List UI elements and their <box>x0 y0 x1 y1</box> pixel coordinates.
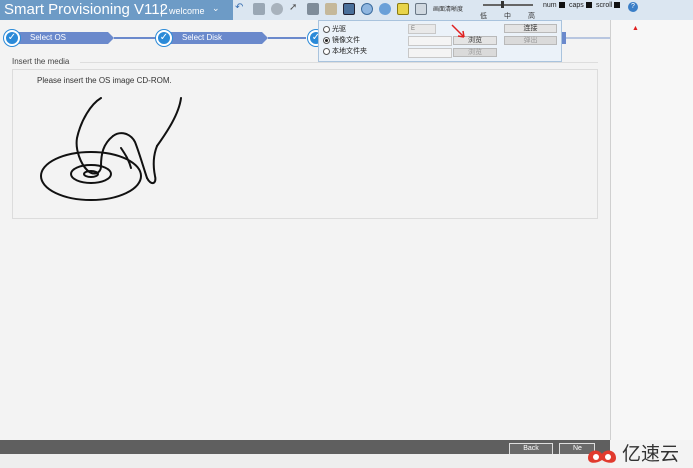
caps-lock-label: caps <box>569 2 584 9</box>
annotation-arrow-icon <box>451 24 465 38</box>
title-separator: | <box>160 5 163 17</box>
image-path-input[interactable] <box>408 36 452 46</box>
radio-local-folder[interactable] <box>323 47 330 55</box>
browse-folder-button[interactable]: 浏览 <box>453 48 497 57</box>
step-connector <box>268 37 306 39</box>
remote-toolbar: ↶ ➚ 画面清晰度 低 中 高 num caps scroll ? <box>233 0 693 20</box>
num-lock-light <box>558 2 565 9</box>
floppy-icon[interactable] <box>343 3 355 15</box>
media-panel: Please insert the OS image CD-ROM. <box>12 69 598 219</box>
option-image-file[interactable]: 镜像文件 <box>323 36 360 46</box>
caret-up-icon: ▲ <box>632 25 639 32</box>
app-title: Smart Provisioning V112 <box>4 1 168 18</box>
help-icon[interactable]: ? <box>628 2 638 12</box>
num-lock-label: num <box>543 2 557 9</box>
scroll-lock-light <box>614 2 621 9</box>
keyboard-icon[interactable] <box>253 3 265 15</box>
option-label: 镜像文件 <box>332 37 360 44</box>
caps-lock-light <box>585 2 592 9</box>
instruction-text: Please insert the OS image CD-ROM. <box>37 76 172 85</box>
cdrom-icon[interactable] <box>361 3 373 15</box>
section-divider <box>80 62 598 63</box>
step-select-os: Select OS ✓ <box>4 29 158 47</box>
step-label: Select Disk <box>162 32 262 44</box>
main-content: Insert the media Please insert the OS im… <box>0 47 610 440</box>
option-label: 本地文件夹 <box>332 48 367 55</box>
quality-slider-knob[interactable] <box>501 1 504 8</box>
check-icon: ✓ <box>4 30 20 46</box>
status-strip <box>0 454 610 468</box>
scroll-lock-label: scroll <box>596 2 613 9</box>
mouse-icon[interactable] <box>271 3 283 15</box>
title-bar: Smart Provisioning V112 | welcome ⌄ ↶ ➚ … <box>0 0 693 20</box>
pointer-icon[interactable]: ➚ <box>289 3 301 15</box>
option-optical-drive[interactable]: 光驱 <box>323 25 346 35</box>
chevron-down-icon[interactable]: ⌄ <box>212 3 220 14</box>
step-label: Select OS <box>10 32 108 44</box>
image-icon[interactable] <box>379 3 391 15</box>
option-label: 光驱 <box>332 26 346 33</box>
eject-button[interactable]: 弹出 <box>504 36 557 45</box>
link-icon[interactable] <box>325 3 337 15</box>
check-icon: ✓ <box>156 30 172 46</box>
radio-image-file[interactable] <box>323 36 330 44</box>
step-connector <box>114 37 158 39</box>
caps-lock-indicator: caps <box>569 2 592 9</box>
drive-select[interactable]: E <box>408 24 436 34</box>
power-icon[interactable] <box>397 3 409 15</box>
watermark-text: 亿速云 <box>622 443 680 465</box>
num-lock-indicator: num <box>543 2 565 9</box>
right-side-panel <box>610 20 693 440</box>
connect-button[interactable]: 连接 <box>504 24 557 33</box>
virtual-media-popup: 光驱 镜像文件 本地文件夹 E 浏览 浏览 连接 弹出 <box>318 20 562 62</box>
resolution-label: 画面清晰度 <box>433 7 464 13</box>
folder-path-input[interactable] <box>408 48 452 58</box>
record-icon[interactable] <box>307 3 319 15</box>
insert-disc-illustration <box>40 97 182 201</box>
radio-optical-drive[interactable] <box>323 25 330 33</box>
section-title: Insert the media <box>12 57 70 66</box>
quality-slider[interactable] <box>483 4 533 6</box>
drive-select-value: E <box>411 26 416 32</box>
option-local-folder[interactable]: 本地文件夹 <box>323 47 367 57</box>
display-icon[interactable] <box>415 3 427 15</box>
scroll-lock-indicator: scroll <box>596 2 621 9</box>
step-select-disk: Select Disk ✓ <box>156 29 306 47</box>
step-connector <box>566 37 610 39</box>
undo-icon[interactable]: ↶ <box>235 3 247 15</box>
user-menu[interactable]: welcome <box>169 0 205 20</box>
